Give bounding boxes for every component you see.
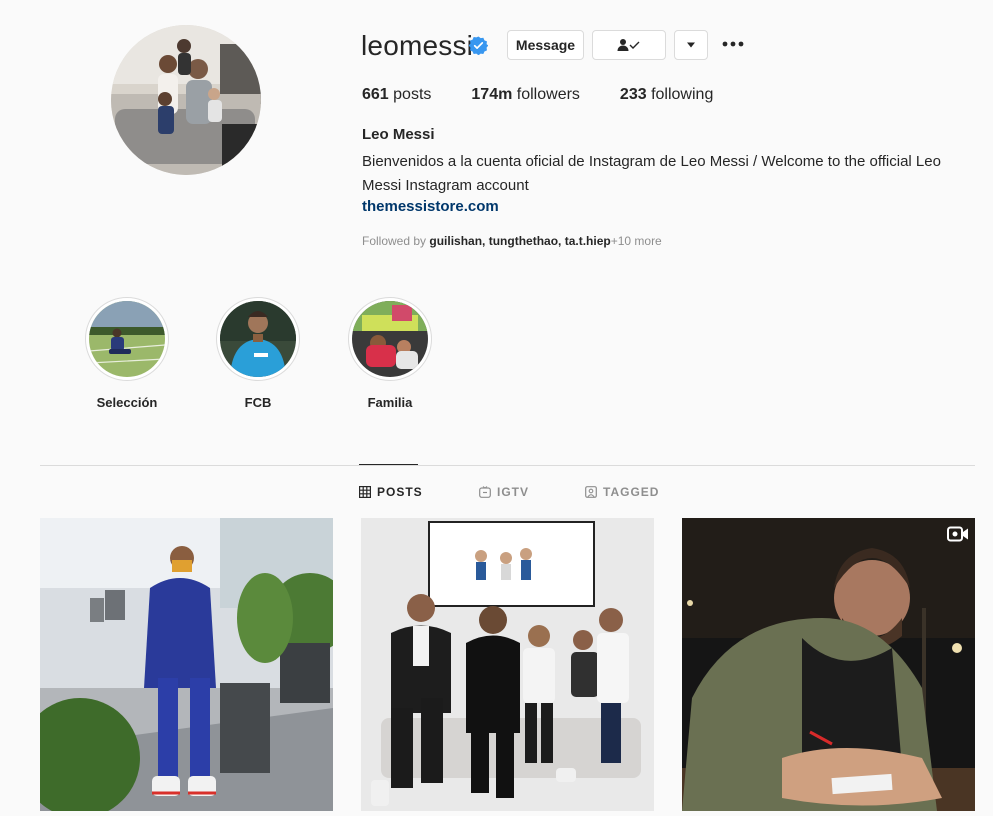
highlight-ring — [216, 297, 300, 381]
profile-avatar[interactable] — [110, 24, 262, 176]
highlight-familia[interactable]: Familia — [348, 297, 432, 410]
post-thumbnail[interactable] — [40, 518, 333, 811]
highlight-label: FCB — [244, 395, 272, 410]
followers-label: followers — [516, 86, 580, 103]
video-icon — [947, 526, 968, 542]
tab-posts[interactable]: POSTS — [359, 485, 423, 499]
post-image — [361, 518, 654, 811]
highlight-fcb-image — [220, 301, 296, 377]
more-options-icon — [722, 41, 744, 47]
followers-link[interactable]: 174m followers — [471, 86, 580, 104]
post-thumbnail[interactable] — [682, 518, 975, 811]
posts-count-value: 661 — [362, 86, 389, 103]
tab-igtv-label: IGTV — [497, 485, 530, 499]
tabs-divider — [40, 465, 975, 466]
following-label: following — [651, 86, 714, 103]
options-button[interactable] — [721, 34, 745, 54]
profile-username: leomessi — [361, 30, 474, 61]
active-tab-indicator — [359, 464, 418, 465]
highlight-label: Familia — [367, 395, 413, 410]
tab-tagged[interactable]: TAGGED — [585, 485, 659, 499]
tab-posts-label: POSTS — [377, 485, 423, 499]
grid-icon — [359, 486, 371, 498]
post-image — [682, 518, 975, 811]
person-check-icon — [617, 39, 640, 51]
highlight-familia-image — [352, 301, 428, 377]
following-link[interactable]: 233 following — [620, 86, 713, 104]
profile-full-name: Leo Messi — [362, 126, 435, 143]
tab-igtv[interactable]: IGTV — [479, 485, 529, 499]
post-image — [40, 518, 333, 811]
posts-count: 661 posts — [362, 86, 431, 104]
verified-badge-icon — [469, 36, 488, 55]
highlight-seleccion-image — [89, 301, 165, 377]
posts-count-label: posts — [393, 86, 432, 103]
followed-by-users: guilishan, tungthethao, ta.t.hiep — [429, 234, 611, 248]
tagged-user-icon — [585, 486, 597, 498]
igtv-icon — [479, 486, 491, 498]
highlight-fcb[interactable]: FCB — [216, 297, 300, 410]
highlight-ring — [348, 297, 432, 381]
profile-website-link[interactable]: themessistore.com — [362, 198, 499, 215]
following-count-value: 233 — [619, 86, 647, 103]
tab-tagged-label: TAGGED — [603, 485, 660, 499]
highlight-ring — [85, 297, 169, 381]
followed-by-more: +10 more — [610, 234, 662, 248]
avatar-photo — [111, 25, 261, 175]
profile-bio: Bienvenidos a la cuenta oficial de Insta… — [362, 153, 941, 194]
followed-by-prefix: Followed by — [362, 234, 427, 248]
highlight-cover — [220, 301, 296, 377]
suggestions-dropdown-button[interactable] — [674, 30, 708, 60]
followed-by[interactable]: Followed by guilishan, tungthethao, ta.t… — [362, 234, 662, 248]
profile-stats: 661 posts 174m followers 233 following — [362, 86, 753, 104]
highlight-label: Selección — [96, 395, 158, 410]
following-button[interactable] — [592, 30, 666, 60]
highlight-cover — [89, 301, 165, 377]
followers-count-value: 174m — [471, 86, 513, 103]
highlight-seleccion[interactable]: Selección — [85, 297, 169, 410]
highlight-cover — [352, 301, 428, 377]
post-thumbnail[interactable] — [361, 518, 654, 811]
chevron-down-icon — [687, 42, 695, 48]
message-button[interactable]: Message — [507, 30, 584, 60]
